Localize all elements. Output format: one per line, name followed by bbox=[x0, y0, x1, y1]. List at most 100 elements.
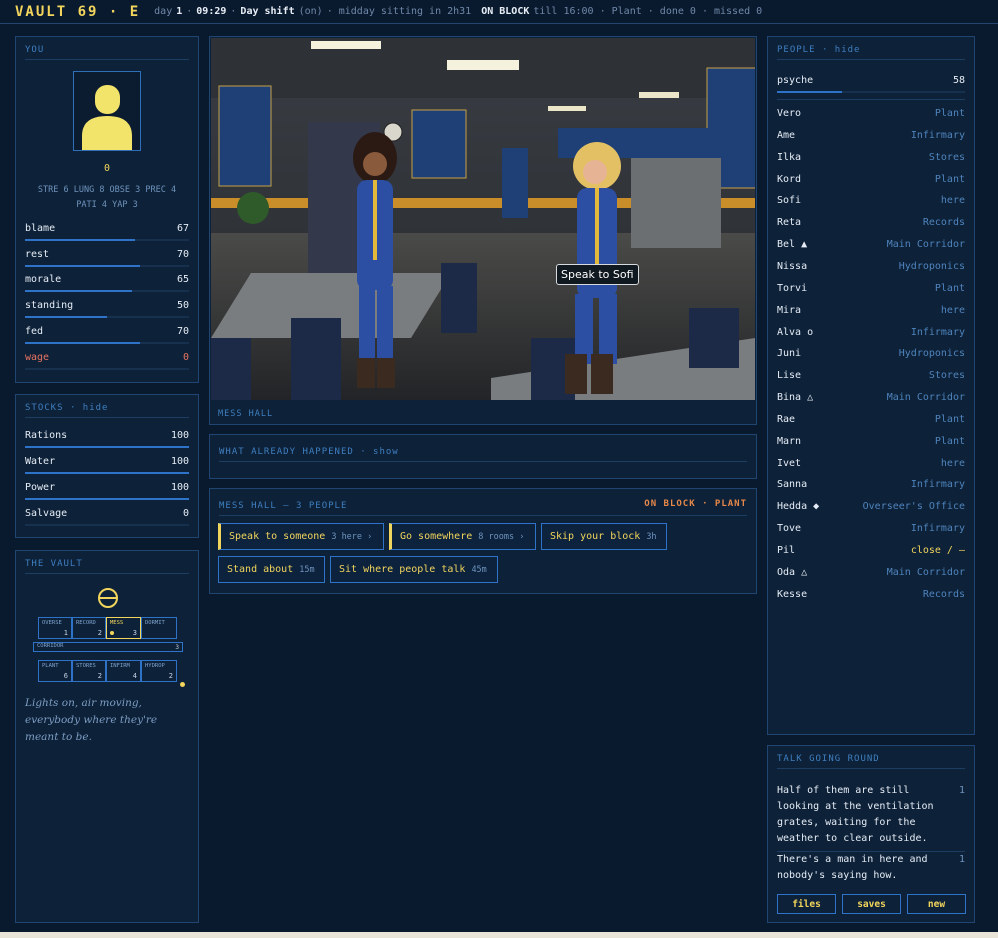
action-button-stand-about[interactable]: Stand about 15m bbox=[218, 556, 325, 583]
rumor-text: Half of them are still looking at the ve… bbox=[777, 785, 934, 844]
person-row[interactable]: Sanna Infirmary bbox=[777, 479, 965, 499]
speak-to-sofi-tooltip[interactable]: Speak to Sofi bbox=[556, 264, 639, 285]
room-count: 4 bbox=[132, 672, 137, 680]
psyche-bar-fill bbox=[777, 91, 843, 93]
person-row[interactable]: Ivet here bbox=[777, 458, 965, 478]
person-location: Stores bbox=[928, 151, 965, 163]
vault-room-mess[interactable]: MESS 3 bbox=[106, 617, 141, 639]
stat-label: fed bbox=[25, 326, 44, 337]
vault-room-hydrop[interactable]: HYDROP 2 bbox=[141, 660, 177, 682]
vault-room-record[interactable]: RECORD 2 bbox=[72, 617, 106, 639]
stat-bar bbox=[25, 265, 189, 267]
person-row[interactable]: Oda △ Main Corridor bbox=[777, 567, 965, 587]
person-row[interactable]: Alva o Infirmary bbox=[777, 327, 965, 347]
person-location: Main Corridor bbox=[886, 566, 965, 578]
vault-panel: THE VAULT OVERSE 1 RECORD 2 MESS 3 DORMIT CORRI… bbox=[15, 550, 199, 923]
stock-label: Power bbox=[25, 482, 56, 493]
person-row[interactable]: Mira here bbox=[777, 305, 965, 325]
stock-row-water: Water 100 bbox=[25, 456, 189, 480]
person-row[interactable]: Lise Stores bbox=[777, 370, 965, 390]
person-location: Plant bbox=[934, 108, 965, 119]
people-hide-toggle[interactable]: · hide bbox=[822, 45, 861, 55]
room-name: DORMIT bbox=[145, 620, 165, 626]
rumor-count: 1 bbox=[958, 785, 965, 796]
room-count: 6 bbox=[63, 672, 68, 680]
person-name: Kord bbox=[777, 173, 802, 185]
stat-bar-fill bbox=[25, 290, 132, 292]
stock-value: 100 bbox=[170, 456, 189, 467]
vault-room-overse[interactable]: OVERSE 1 bbox=[38, 617, 72, 639]
person-row[interactable]: Reta Records bbox=[777, 217, 965, 237]
vault-room-plant[interactable]: PLANT 6 bbox=[38, 660, 72, 682]
person-location: Infirmary bbox=[910, 523, 965, 535]
action-button-speak-to-someone[interactable]: Speak to someone 3 here › bbox=[218, 523, 384, 550]
rumor-item[interactable]: Half of them are still looking at the ve… bbox=[777, 783, 965, 852]
person-row[interactable]: Nissa Hydroponics bbox=[777, 261, 965, 281]
stock-bar bbox=[25, 524, 189, 526]
stat-row-fed: fed 70 bbox=[25, 326, 189, 350]
stocks-hide-toggle[interactable]: · hide bbox=[70, 403, 109, 413]
person-location: Hydroponics bbox=[898, 260, 965, 272]
vault-gear-icon bbox=[98, 588, 118, 608]
person-row[interactable]: Sofi here bbox=[777, 195, 965, 215]
action-label: Speak to someone bbox=[229, 531, 326, 542]
stat-bar-fill bbox=[25, 316, 107, 318]
action-button-go-somewhere[interactable]: Go somewhere 8 rooms › bbox=[389, 523, 536, 550]
person-row[interactable]: Juni Hydroponics bbox=[777, 348, 965, 368]
divider bbox=[777, 99, 965, 100]
room-name: STORES bbox=[76, 663, 96, 669]
person-name: Pil bbox=[777, 545, 796, 556]
stat-row-morale: morale 65 bbox=[25, 274, 189, 298]
person-row[interactable]: Bel ▲ Main Corridor bbox=[777, 239, 965, 259]
stat-row-blame: blame 67 bbox=[25, 223, 189, 247]
vault-room-stores[interactable]: STORES 2 bbox=[72, 660, 106, 682]
stock-label: Rations bbox=[25, 430, 68, 441]
person-name: Torvi bbox=[777, 282, 808, 294]
action-button-skip-your-block[interactable]: Skip your block 3h bbox=[541, 523, 667, 550]
stat-bar-fill bbox=[25, 239, 135, 241]
you-number: 0 bbox=[103, 163, 111, 174]
person-row[interactable]: Ilka Stores bbox=[777, 152, 965, 172]
clock: 09:29 bbox=[196, 6, 227, 17]
person-row[interactable]: Kesse Records bbox=[777, 589, 965, 609]
people-panel: PEOPLE · hide psyche 58 Vero Plant Ame Infi… bbox=[767, 36, 975, 735]
stock-label: Water bbox=[25, 456, 56, 467]
vault-room-infirm[interactable]: INFIRM 4 bbox=[106, 660, 141, 682]
room-count: 2 bbox=[97, 672, 102, 680]
room-name: HYDROP bbox=[145, 663, 165, 669]
person-row[interactable]: Tove Infirmary bbox=[777, 523, 965, 543]
person-name: Bina △ bbox=[777, 392, 814, 404]
files-button[interactable]: files bbox=[777, 894, 836, 914]
person-row[interactable]: Kord Plant bbox=[777, 174, 965, 194]
person-row[interactable]: Torvi Plant bbox=[777, 283, 965, 303]
person-row[interactable]: Ame Infirmary bbox=[777, 130, 965, 150]
person-row[interactable]: Pil close / — bbox=[777, 545, 965, 565]
person-location: here bbox=[940, 304, 965, 316]
person-name: Bel ▲ bbox=[777, 239, 808, 251]
person-name: Hedda ◆ bbox=[777, 501, 820, 513]
vault-room-dormit[interactable]: DORMIT bbox=[141, 617, 177, 639]
person-location: Plant bbox=[934, 173, 965, 185]
person-row[interactable]: Bina △ Main Corridor bbox=[777, 392, 965, 412]
vault-flavor-text: Lights on, air moving, everybody where t… bbox=[25, 697, 158, 743]
person-location: here bbox=[940, 195, 965, 207]
person-row[interactable]: Vero Plant bbox=[777, 108, 965, 128]
saves-button[interactable]: saves bbox=[842, 894, 901, 914]
action-button-sit-where-people-talk[interactable]: Sit where people talk 45m bbox=[330, 556, 498, 583]
vault-room-corridor[interactable]: CORRIDOR 3 bbox=[33, 642, 183, 652]
stat-value: 67 bbox=[176, 223, 189, 234]
psyche-row: psyche 58 bbox=[777, 75, 965, 99]
attributes-line: STRE 6 LUNG 8 OBSE 3 PREC 4 bbox=[37, 185, 177, 195]
person-location: here bbox=[940, 457, 965, 469]
stat-label: wage bbox=[25, 352, 50, 363]
history-show-toggle[interactable]: · show bbox=[360, 447, 399, 457]
bottom-strip bbox=[0, 932, 998, 938]
rumor-item[interactable]: There's a man in here and nobody's sayin… bbox=[777, 852, 965, 884]
new-button[interactable]: new bbox=[907, 894, 966, 914]
person-row[interactable]: Rae Plant bbox=[777, 414, 965, 434]
room-count: 2 bbox=[168, 672, 173, 680]
stat-bar bbox=[25, 290, 189, 292]
person-row[interactable]: Hedda ◆ Overseer's Office bbox=[777, 501, 965, 521]
person-name: Kesse bbox=[777, 588, 808, 600]
person-row[interactable]: Marn Plant bbox=[777, 436, 965, 456]
